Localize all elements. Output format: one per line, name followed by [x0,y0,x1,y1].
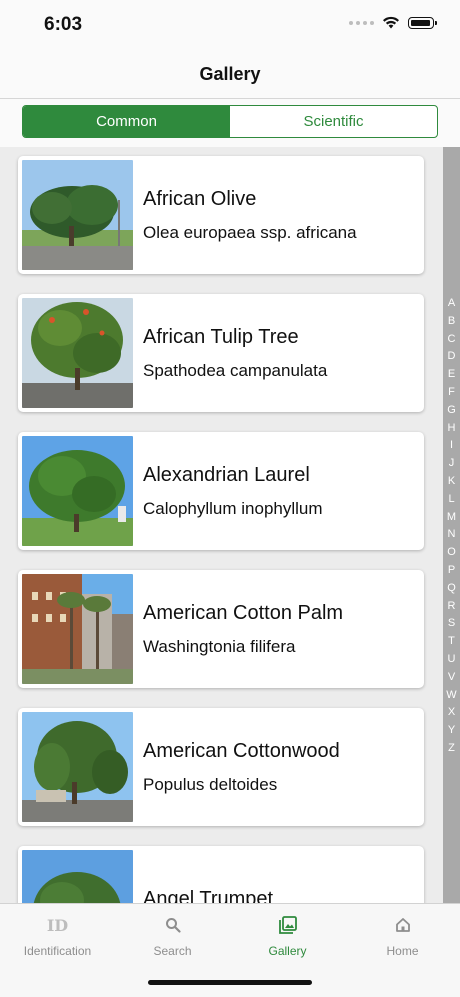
scientific-name: Olea europaea ssp. africana [143,222,357,242]
index-letter[interactable]: L [448,491,454,509]
index-letter[interactable]: X [448,704,455,722]
list-item[interactable]: African Olive Olea europaea ssp. african… [18,156,424,274]
index-letter[interactable]: H [448,420,456,438]
index-letter[interactable]: P [448,562,455,580]
index-letter[interactable]: E [448,366,455,384]
common-name: Angel Trumpet [143,887,274,904]
index-letter[interactable]: M [447,509,456,527]
plant-photo [22,574,133,684]
index-letter[interactable]: Q [447,580,456,598]
battery-icon [408,16,437,29]
index-letter[interactable]: T [448,633,455,651]
tab-label: Identification [23,944,92,958]
status-icons [349,16,437,29]
index-letter[interactable]: D [448,348,456,366]
list-item[interactable]: Angel Trumpet [18,846,424,903]
index-letter[interactable]: G [447,402,456,420]
tab-label: Gallery [268,944,307,958]
tab-search[interactable]: Search [115,914,230,958]
index-letter[interactable]: U [448,651,456,669]
index-letter[interactable]: F [448,384,455,402]
tab-label: Search [153,944,192,958]
index-letter[interactable]: S [448,615,455,633]
tab-label: Home [386,944,419,958]
tab-identification[interactable]: ID Identification [0,914,115,959]
tab-gallery[interactable]: Gallery [230,914,345,958]
status-time: 6:03 [44,14,83,35]
common-name: American Cottonwood [143,739,340,762]
plant-photo [22,160,133,270]
index-letter[interactable]: J [449,455,455,473]
list-item[interactable]: Alexandrian Laurel Calophyllum inophyllu… [18,432,424,550]
home-icon [395,914,411,936]
id-icon: ID [46,915,69,935]
index-letter[interactable]: V [448,669,455,687]
segment-scientific[interactable]: Scientific [230,106,437,137]
segment-common[interactable]: Common [23,106,230,137]
plant-photo [22,436,133,546]
cellular-icon [349,20,374,25]
scientific-name: Calophyllum inophyllum [143,498,323,518]
index-letter[interactable]: B [448,313,455,331]
scientific-name: Spathodea campanulata [143,360,328,380]
index-letter[interactable]: N [448,526,456,544]
list-item[interactable]: American Cotton Palm Washingtonia filife… [18,570,424,688]
index-letter[interactable]: Z [448,740,455,758]
index-letter[interactable]: C [448,331,456,349]
segmented-container: Common Scientific [0,99,460,147]
common-name: American Cotton Palm [143,601,344,624]
index-letter[interactable]: O [447,544,456,562]
common-name: Alexandrian Laurel [143,463,310,486]
common-name: African Olive [143,187,257,210]
scientific-name: Populus deltoides [143,774,278,794]
navigation-bar: Gallery [0,50,460,99]
plant-photo [22,298,133,408]
gallery-icon [278,914,297,936]
index-letter[interactable]: R [448,598,456,616]
name-type-segmented-control: Common Scientific [22,105,438,138]
list-item[interactable]: African Tulip Tree Spathodea campanulata [18,294,424,412]
common-name: African Tulip Tree [143,325,299,348]
status-bar: 6:03 [0,0,460,50]
wifi-icon [383,16,399,29]
scientific-name: Washingtonia filifera [143,636,296,656]
index-letter[interactable]: K [448,473,455,491]
list-item[interactable]: American Cottonwood Populus deltoides [18,708,424,826]
page-title: Gallery [199,64,261,84]
alphabet-index-bar[interactable]: A B C D E F G H I J K L M N O P Q R S T … [443,147,460,903]
gallery-list[interactable]: African Olive Olea europaea ssp. african… [0,147,443,903]
plant-photo [22,850,133,903]
home-indicator [148,980,312,985]
index-letter[interactable]: A [448,295,455,313]
tab-home[interactable]: Home [345,914,460,958]
alphabet-index-letters: A B C D E F G H I J K L M N O P Q R S T … [443,295,460,758]
index-letter[interactable]: Y [448,722,455,740]
plant-photo [22,712,133,822]
index-letter[interactable]: W [446,687,456,705]
search-icon [165,914,181,936]
index-letter[interactable]: I [450,437,453,455]
